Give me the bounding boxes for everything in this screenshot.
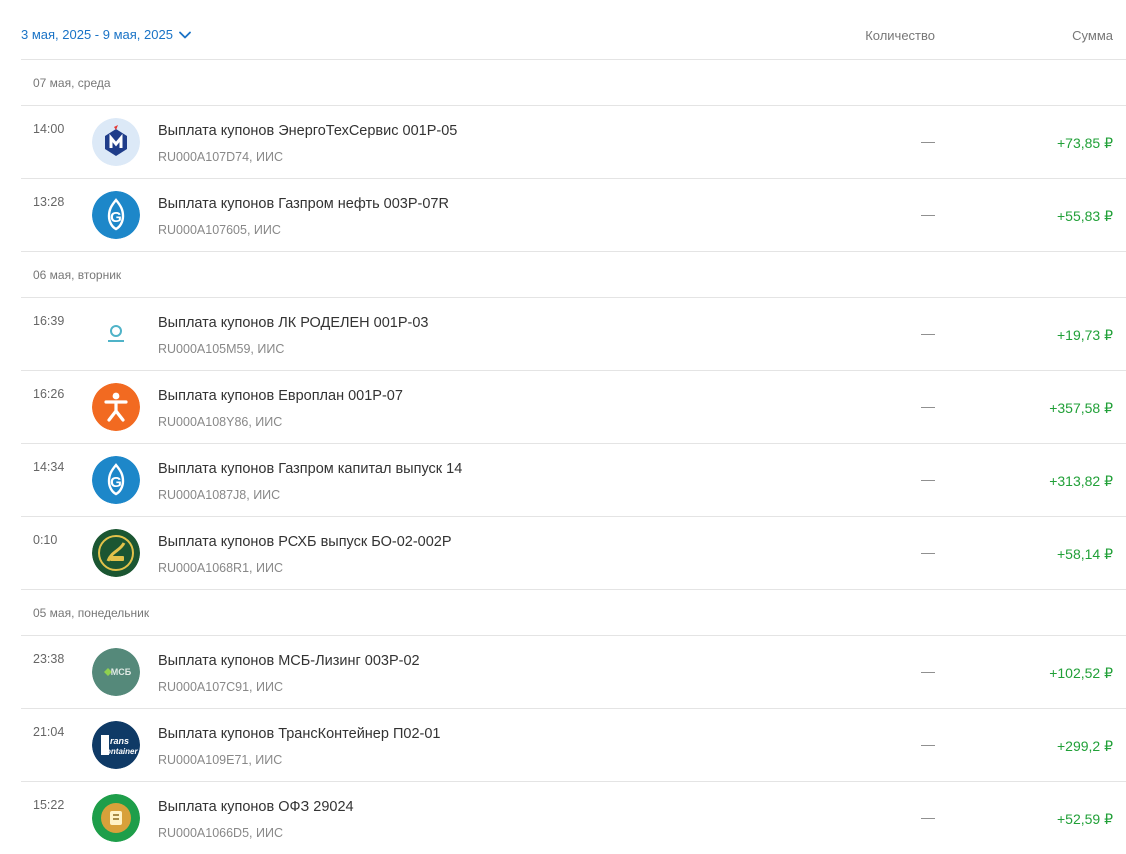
operation-title: Выплата купонов Газпром нефть 003Р-07R	[158, 196, 449, 212]
operation-amount: +357,58 ₽	[1049, 400, 1113, 416]
date-range-selector[interactable]: 3 мая, 2025 - 9 мая, 2025	[21, 27, 191, 42]
operation-subtitle: RU000A107C91, ИИС	[158, 680, 283, 694]
svg-text:МСБ: МСБ	[111, 667, 132, 677]
operation-amount: +52,59 ₽	[1056, 811, 1113, 827]
operation-row[interactable]: 16:26 Выплата купонов Европлан 001Р-07 R…	[21, 370, 1126, 443]
operation-subtitle: RU000A107605, ИИС	[158, 223, 281, 237]
operation-title: Выплата купонов ЭнергоТехСервис 001Р-05	[158, 123, 458, 139]
operation-row[interactable]: 21:04 rans ontainer Выплата купонов Транс…	[21, 708, 1126, 781]
operation-quantity: —	[921, 809, 935, 825]
date-range-label: 3 мая, 2025 - 9 мая, 2025	[21, 27, 173, 42]
operation-row[interactable]: 13:28 G Выплата купонов Газпром нефть 00…	[21, 178, 1126, 251]
rshb-logo-icon	[92, 529, 140, 577]
operation-row[interactable]: 16:39 Выплата купонов ЛК РОДЕЛЕН 001Р-03…	[21, 297, 1126, 370]
rodelen-logo-icon	[92, 310, 140, 358]
operation-quantity: —	[921, 398, 935, 414]
operation-amount: +58,14 ₽	[1056, 546, 1113, 562]
operation-subtitle: RU000A1066D5, ИИС	[158, 826, 283, 840]
operation-time: 16:26	[33, 387, 65, 401]
operations-page: 3 мая, 2025 - 9 мая, 2025 Количество Сум…	[0, 0, 1126, 847]
operation-subtitle: RU000A109E71, ИИС	[158, 753, 283, 767]
svg-text:ontainer: ontainer	[106, 747, 138, 756]
energotechservice-logo-icon	[92, 118, 140, 166]
operation-row[interactable]: 15:22 Выплата купонов ОФЗ 29024 RU000A10…	[21, 781, 1126, 854]
operation-amount: +19,73 ₽	[1056, 327, 1113, 343]
operation-amount: +102,52 ₽	[1049, 665, 1113, 681]
operations-list: 07 мая, среда 14:00 Выплата купонов Энер…	[21, 59, 1126, 854]
chevron-down-icon	[179, 31, 191, 38]
day-header: 07 мая, среда	[21, 59, 1126, 105]
operation-quantity: —	[921, 206, 935, 222]
day-label: 06 мая, вторник	[33, 268, 122, 282]
operation-title: Выплата купонов МСБ-Лизинг 003Р-02	[158, 653, 420, 669]
column-header-quantity: Количество	[865, 28, 935, 43]
operation-subtitle: RU000A1068R1, ИИС	[158, 561, 283, 575]
operation-quantity: —	[921, 736, 935, 752]
minfin-logo-icon	[92, 794, 140, 842]
column-header-sum: Сумма	[1072, 28, 1113, 43]
operation-quantity: —	[921, 663, 935, 679]
operation-time: 0:10	[33, 533, 58, 547]
operation-subtitle: RU000A105M59, ИИС	[158, 342, 285, 356]
operation-title: Выплата купонов ОФЗ 29024	[158, 799, 354, 815]
operation-amount: +73,85 ₽	[1056, 135, 1113, 151]
gazprom-logo-icon: G	[92, 456, 140, 504]
operation-title: Выплата купонов РСХБ выпуск БО-02-002Р	[158, 534, 452, 550]
operation-time: 14:34	[33, 460, 65, 474]
operation-quantity: —	[921, 325, 935, 341]
day-header: 06 мая, вторник	[21, 251, 1126, 297]
operation-title: Выплата купонов Газпром капитал выпуск 1…	[158, 461, 463, 477]
operation-amount: +55,83 ₽	[1056, 208, 1113, 224]
operation-row[interactable]: 0:10 Выплата купонов РСХБ выпуск БО-02-0…	[21, 516, 1126, 589]
operation-time: 15:22	[33, 798, 65, 812]
gazprom-logo-icon: G	[92, 191, 140, 239]
operation-time: 23:38	[33, 652, 65, 666]
operation-time: 13:28	[33, 195, 65, 209]
svg-text:G: G	[110, 474, 122, 491]
operation-subtitle: RU000A107D74, ИИС	[158, 150, 283, 164]
operation-title: Выплата купонов ЛК РОДЕЛЕН 001Р-03	[158, 315, 429, 331]
day-header: 05 мая, понедельник	[21, 589, 1126, 635]
operation-quantity: —	[921, 471, 935, 487]
operation-amount: +313,82 ₽	[1049, 473, 1113, 489]
msb-leasing-logo-icon: МСБ	[92, 648, 140, 696]
operation-subtitle: RU000A1087J8, ИИС	[158, 488, 281, 502]
operation-amount: +299,2 ₽	[1056, 738, 1113, 754]
operation-row[interactable]: 23:38 МСБ Выплата купонов МСБ-Лизинг 003…	[21, 635, 1126, 708]
transcontainer-logo-icon: rans ontainer	[92, 721, 140, 769]
operation-row[interactable]: 14:00 Выплата купонов ЭнергоТехСервис 00…	[21, 105, 1126, 178]
operation-quantity: —	[921, 133, 935, 149]
operation-quantity: —	[921, 544, 935, 560]
day-label: 07 мая, среда	[33, 76, 111, 90]
europlan-logo-icon	[92, 383, 140, 431]
operation-title: Выплата купонов ТрансКонтейнер П02-01	[158, 726, 441, 742]
operation-title: Выплата купонов Европлан 001Р-07	[158, 388, 403, 404]
operation-time: 21:04	[33, 725, 65, 739]
svg-text:G: G	[110, 209, 122, 226]
operation-subtitle: RU000A108Y86, ИИС	[158, 415, 283, 429]
operations-header: 3 мая, 2025 - 9 мая, 2025 Количество Сум…	[0, 0, 1126, 60]
operation-time: 14:00	[33, 122, 65, 136]
operation-time: 16:39	[33, 314, 65, 328]
operation-row[interactable]: 14:34 G Выплата купонов Газпром капитал …	[21, 443, 1126, 516]
svg-text:rans: rans	[110, 736, 129, 746]
day-label: 05 мая, понедельник	[33, 606, 150, 620]
